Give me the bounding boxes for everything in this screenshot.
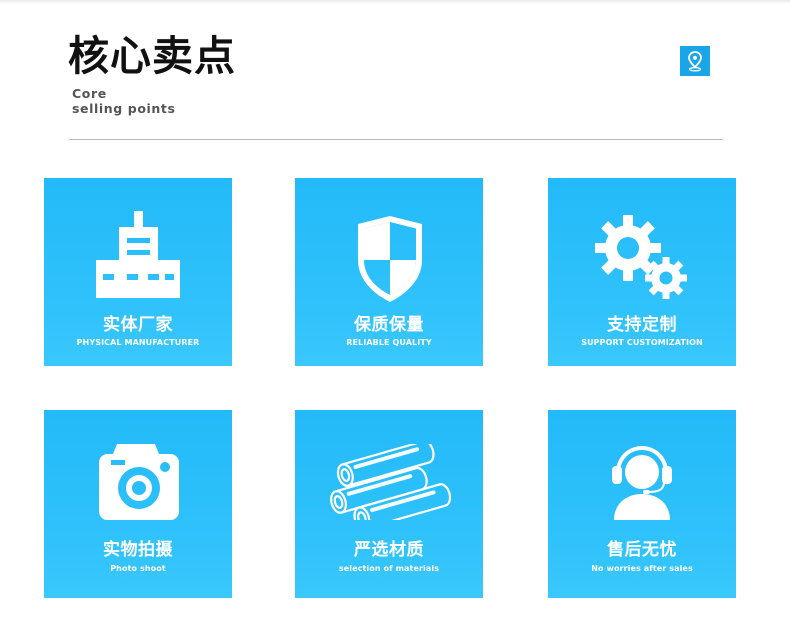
- feature-card-physical-manufacturer[interactable]: 实体厂家 PHYSICAL MANUFACTURER: [44, 178, 232, 366]
- feature-subtitle: Photo shoot: [110, 564, 166, 573]
- feature-subtitle: SUPPORT CUSTOMIZATION: [581, 338, 703, 347]
- section-subtitle-line1: Core: [72, 86, 107, 101]
- feature-title: 严选材质: [354, 540, 424, 560]
- feature-subtitle: selection of materials: [338, 564, 440, 573]
- feature-title: 支持定制: [607, 315, 677, 335]
- feature-title: 实体厂家: [103, 315, 173, 335]
- section-divider: [69, 139, 723, 140]
- headset-agent-icon: [548, 410, 736, 550]
- feature-subtitle: No worries after sales: [591, 564, 693, 573]
- shield-icon: [295, 178, 483, 318]
- feature-card-selection-of-materials[interactable]: 严选材质 selection of materials: [295, 410, 483, 598]
- section-title: 核心卖点: [68, 32, 236, 80]
- feature-title: 实物拍摄: [103, 540, 173, 560]
- camera-icon: [44, 410, 232, 550]
- feature-title: 保质保量: [354, 315, 424, 335]
- location-pin-icon: [680, 46, 710, 76]
- section-subtitle-line2: selling points: [72, 101, 176, 116]
- pipes-icon: [295, 410, 483, 550]
- feature-card-support-customization[interactable]: 支持定制 SUPPORT CUSTOMIZATION: [548, 178, 736, 366]
- top-shadow-line: [0, 0, 790, 4]
- feature-subtitle: RELIABLE QUALITY: [346, 338, 432, 347]
- feature-card-reliable-quality[interactable]: 保质保量 RELIABLE QUALITY: [295, 178, 483, 366]
- feature-subtitle: PHYSICAL MANUFACTURER: [76, 338, 200, 347]
- factory-icon: [44, 178, 232, 318]
- feature-card-no-worries-after-sales[interactable]: 售后无忧 No worries after sales: [548, 410, 736, 598]
- gears-icon: [548, 178, 736, 318]
- feature-card-photo-shoot[interactable]: 实物拍摄 Photo shoot: [44, 410, 232, 598]
- feature-title: 售后无忧: [607, 540, 677, 560]
